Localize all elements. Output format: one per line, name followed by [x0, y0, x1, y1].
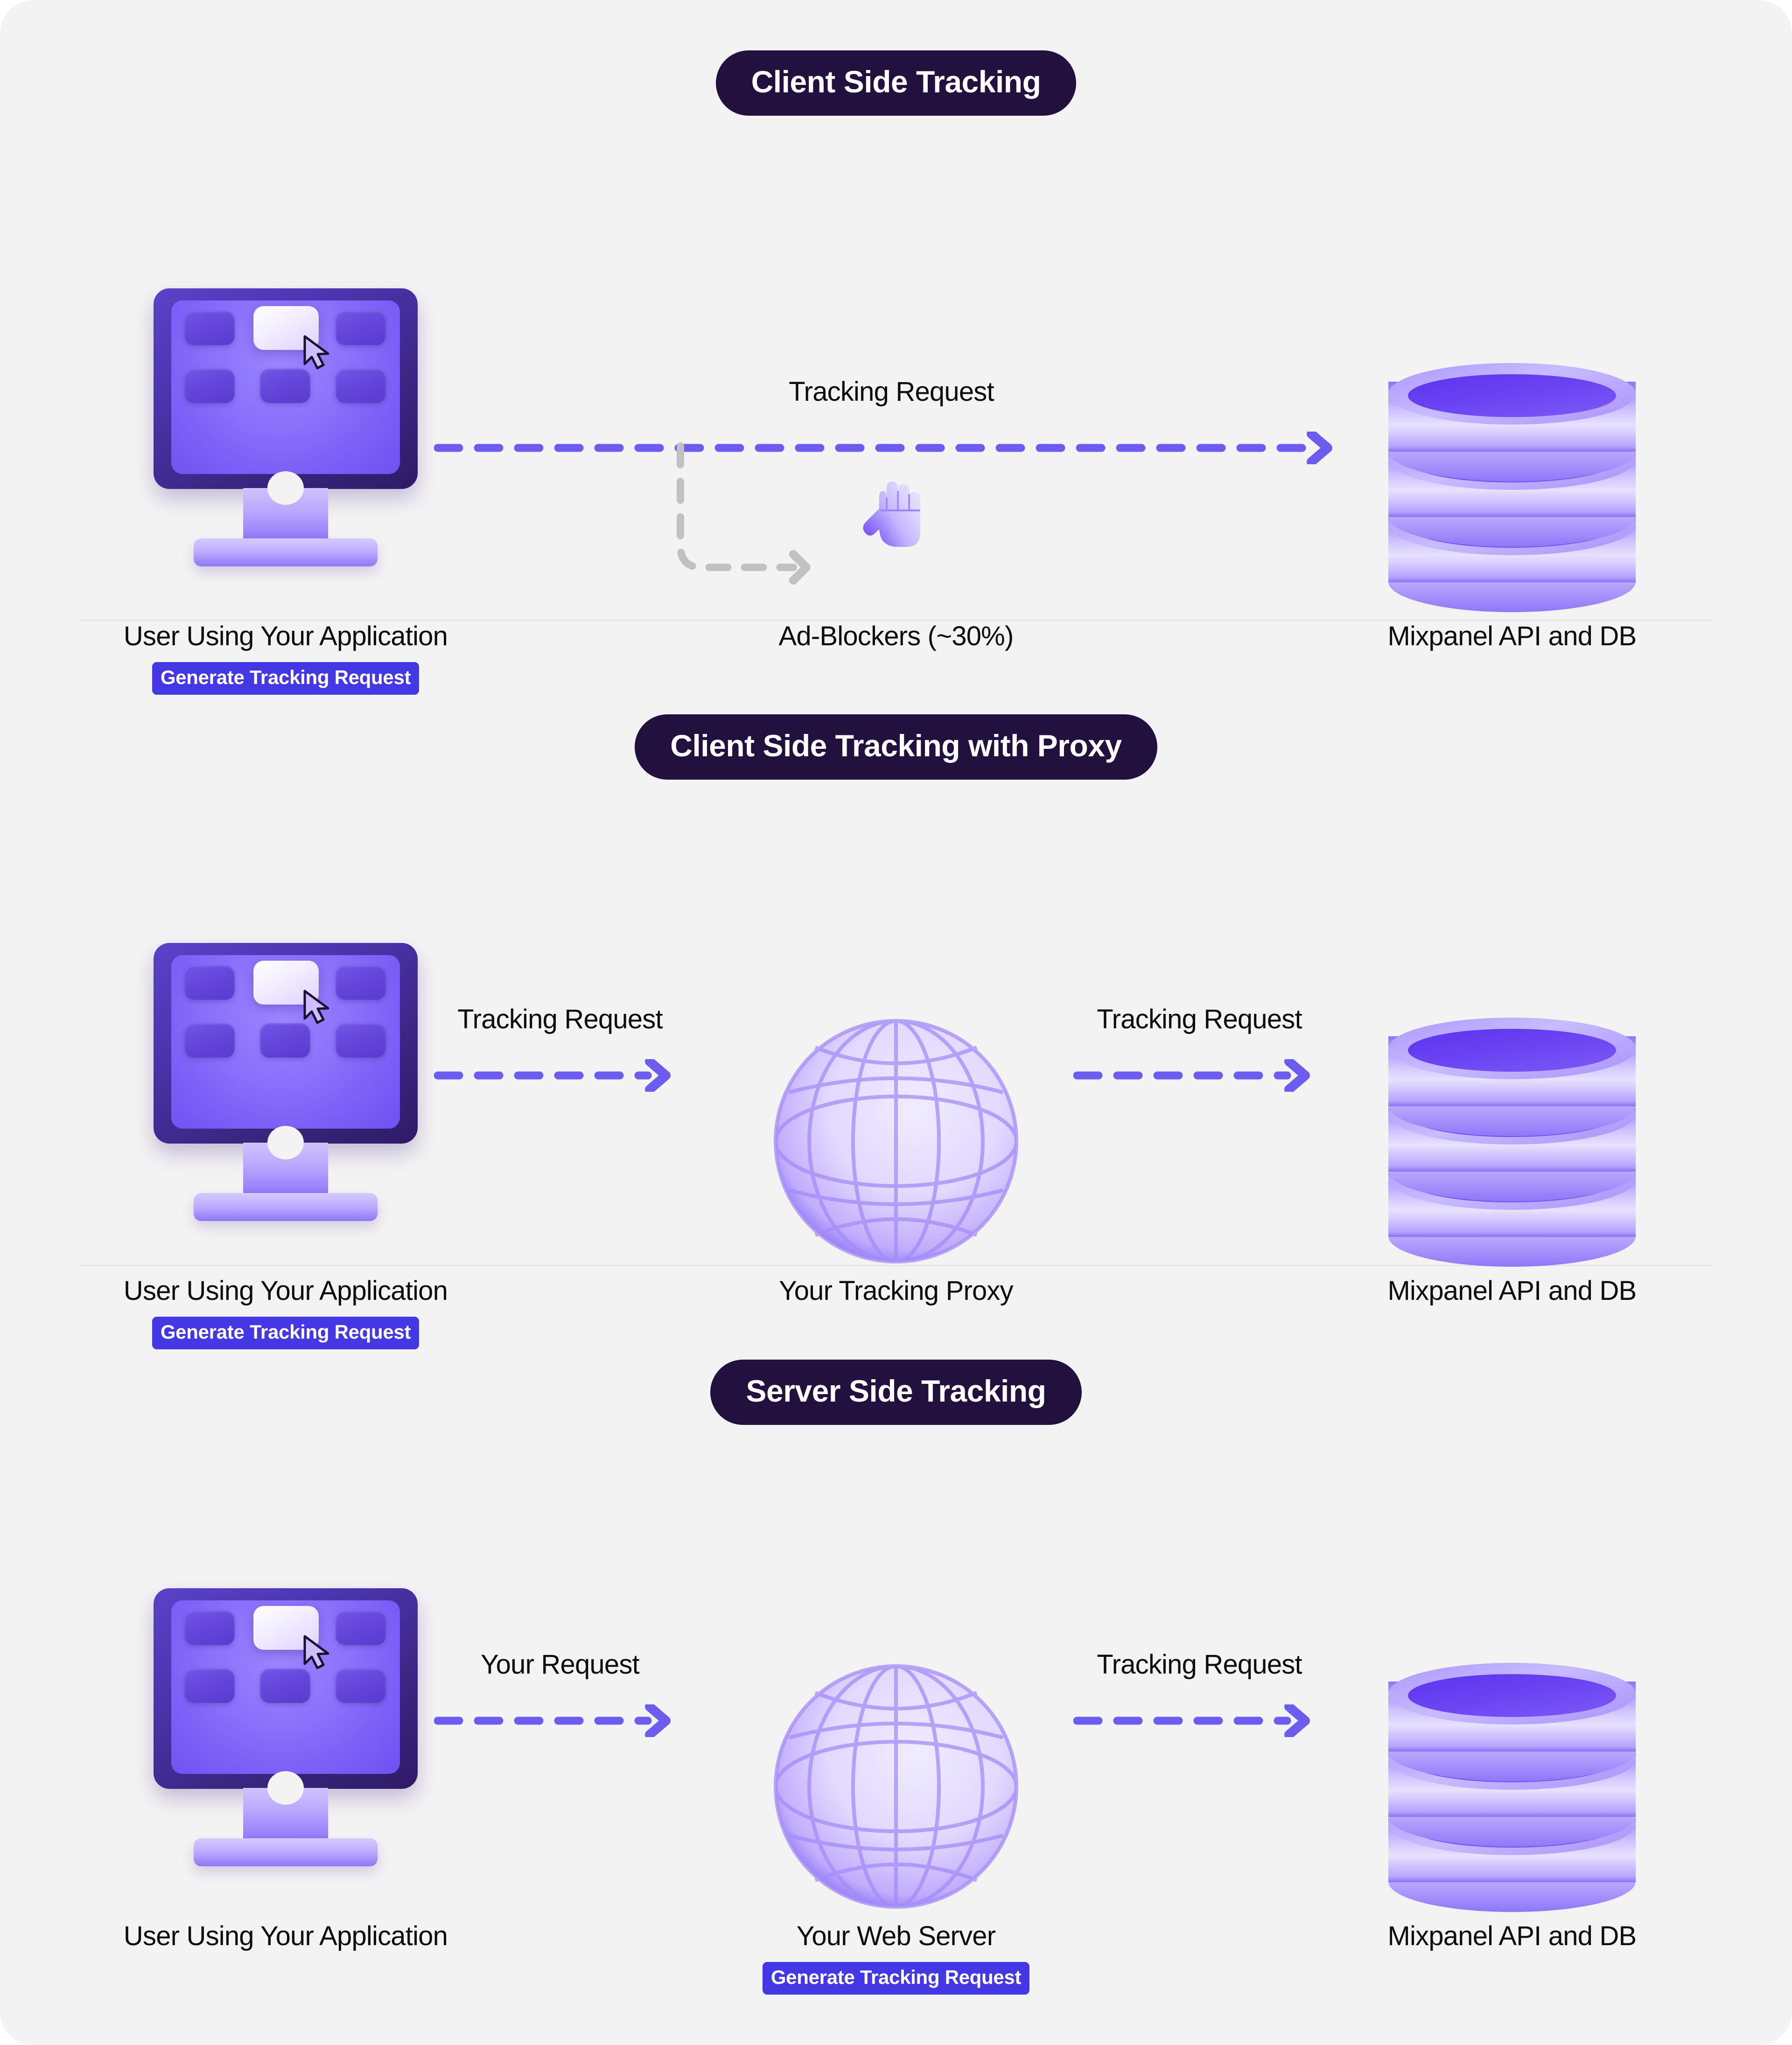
arrow-label-tracking-request-2b: Tracking Request [1097, 1004, 1302, 1034]
arrow-tracking-request-2b: Tracking Request [1073, 1004, 1325, 1092]
monitor-base [194, 1838, 378, 1866]
app-tile [184, 311, 235, 345]
app-tile [184, 1023, 235, 1058]
monitor-icon [154, 943, 418, 1265]
globe-icon [772, 1663, 1020, 1910]
monitor-base [194, 1193, 378, 1221]
dashed-arrow-purple [1073, 1059, 1310, 1092]
monitor-icon [154, 288, 418, 610]
section-1-title-pill: Client Side Tracking [715, 50, 1077, 116]
section-1-title-wrap: Client Side Tracking [0, 50, 1792, 116]
node-label-mixpanel-3: Mixpanel API and DB [1387, 1921, 1637, 1951]
database-art-1 [1388, 284, 1636, 612]
monitor-screen [171, 955, 400, 1129]
arrow-tracking-request-3: Tracking Request [1073, 1649, 1325, 1737]
app-tile [336, 1668, 386, 1703]
node-label-user-3: User Using Your Application [123, 1921, 448, 1951]
arrow-tracking-request-2a: Tracking Request [434, 1004, 686, 1092]
section-3-title-wrap: Server Side Tracking [0, 1360, 1792, 1425]
app-tile [184, 1611, 235, 1645]
database-icon [1388, 1663, 1636, 1912]
database-art-3 [1388, 1584, 1636, 1912]
node-tracking-proxy: Your Tracking Proxy [733, 938, 1059, 1306]
arrow-label-your-request: Your Request [481, 1649, 640, 1680]
database-disc [1388, 1663, 1636, 1781]
section-3-title-pill: Server Side Tracking [710, 1360, 1082, 1425]
arrow-label-tracking-request-3: Tracking Request [1097, 1649, 1302, 1680]
monitor-screen [171, 300, 400, 474]
dashed-arrow-purple [434, 1059, 671, 1092]
node-label-web-server: Your Web Server [796, 1921, 996, 1951]
arrow-your-request: Your Request [434, 1649, 686, 1737]
database-disc [1388, 363, 1636, 482]
monitor-icon [154, 1588, 418, 1910]
monitor-art-1 [154, 284, 418, 610]
monitor-art-2 [154, 938, 418, 1265]
app-tile [336, 1611, 386, 1645]
stop-hand-art [859, 284, 933, 610]
app-tile [184, 369, 235, 403]
cursor-arrow-icon [302, 1635, 331, 1669]
database-art-2 [1388, 938, 1636, 1267]
section-client-side-tracking: Client Side Tracking User Using Your App… [0, 0, 1792, 695]
node-mixpanel-db-3: Mixpanel API and DB [1349, 1584, 1675, 1952]
node-mixpanel-db-2: Mixpanel API and DB [1349, 938, 1675, 1306]
dashed-arrow-purple [1073, 1704, 1310, 1737]
globe-icon [772, 1018, 1020, 1265]
app-tile [184, 965, 235, 1000]
section-2-title-wrap: Client Side Tracking with Proxy [0, 714, 1792, 780]
app-tile [260, 1023, 310, 1058]
app-tile [336, 369, 386, 403]
cursor-arrow-icon [302, 335, 331, 370]
database-icon [1388, 1018, 1636, 1267]
app-tile [336, 965, 386, 1000]
monitor-neck [243, 1788, 328, 1840]
arrow-label-tracking-request-2a: Tracking Request [457, 1004, 663, 1034]
app-tile [336, 311, 386, 345]
app-tile [260, 1668, 310, 1703]
cursor-arrow-icon [302, 990, 331, 1024]
monitor-neck [243, 488, 328, 540]
globe-art-2 [772, 1584, 1020, 1910]
node-web-server: Your Web Server Generate Tracking Reques… [733, 1584, 1059, 1995]
globe-art-1 [772, 938, 1020, 1265]
monitor-art-3 [154, 1584, 418, 1910]
node-mixpanel-db-1: Mixpanel API and DB [1349, 284, 1675, 652]
badge-generate-tracking-request-3: Generate Tracking Request [762, 1962, 1030, 1995]
section-client-side-tracking-with-proxy: Client Side Tracking with Proxy User Usi… [0, 621, 1792, 1349]
monitor-base [194, 538, 378, 566]
dashed-arrow-purple [434, 1704, 671, 1737]
node-ad-blockers: Ad-Blockers (~30%) [733, 284, 1059, 652]
database-icon [1388, 363, 1636, 612]
stop-hand-icon [859, 472, 933, 551]
monitor-neck [243, 1143, 328, 1195]
diagram-canvas: Client Side Tracking User Using Your App… [0, 0, 1792, 2045]
app-tile [184, 1668, 235, 1703]
database-disc [1388, 1018, 1636, 1136]
node-user-application-3: User Using Your Application [122, 1584, 449, 1952]
section-2-title-pill: Client Side Tracking with Proxy [635, 714, 1157, 780]
section-server-side-tracking: Server Side Tracking User Using Your App… [0, 1266, 1792, 1995]
app-tile [336, 1023, 386, 1058]
monitor-screen [171, 1600, 400, 1774]
app-tile [260, 369, 310, 403]
